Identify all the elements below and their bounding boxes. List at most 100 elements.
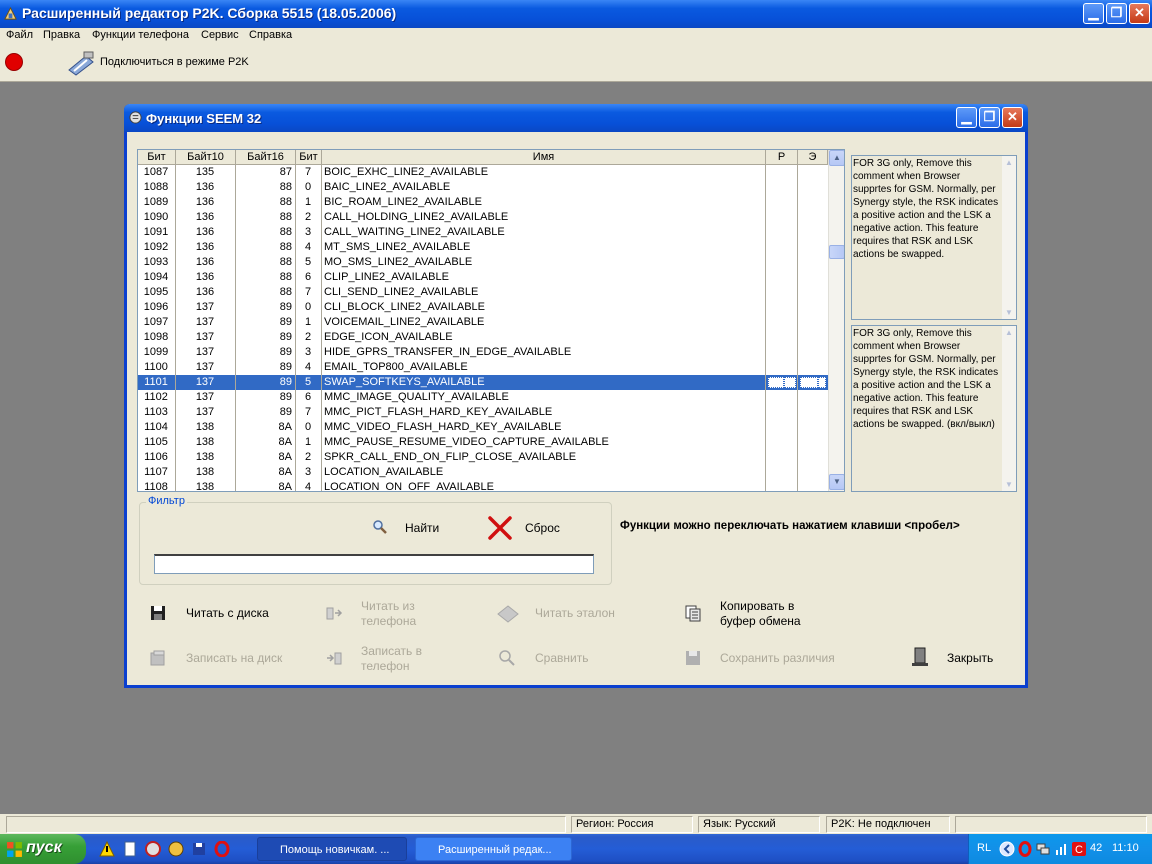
table-row[interactable]: 1103 137 89 7 MMC_PICT_FLASH_HARD_KEY_AVAILA… <box>138 405 828 420</box>
table-row[interactable]: 1089 136 88 1 BIC_ROAM_LINE2_AVAILABLE <box>138 195 828 210</box>
taskbar-item-help[interactable]: Помощь новичкам. ... <box>257 837 407 861</box>
table-row[interactable]: 1096 137 89 0 CLI_BLOCK_LINE2_AVAILABLE <box>138 300 828 315</box>
menu-help[interactable]: Справка <box>249 29 292 41</box>
flag-checkbox[interactable] <box>768 377 784 388</box>
write-disk-icon[interactable] <box>149 649 167 667</box>
table-row[interactable]: 1100 137 89 4 EMAIL_TOP800_AVAILABLE <box>138 360 828 375</box>
compare-magnifier-icon[interactable] <box>498 649 516 667</box>
chevron-up-icon[interactable]: ▲ <box>1002 326 1016 339</box>
table-row[interactable]: 1094 136 88 6 CLIP_LINE2_AVAILABLE <box>138 270 828 285</box>
scroll-up-button[interactable]: ▲ <box>829 150 844 166</box>
dialog-close-button[interactable]: ✕ <box>1002 107 1023 128</box>
table-row[interactable]: 1102 137 89 6 MMC_IMAGE_QUALITY_AVAILABLE <box>138 390 828 405</box>
dialog-maximize-button[interactable]: ❐ <box>979 107 1000 128</box>
record-indicator-icon[interactable] <box>5 53 23 71</box>
phone-connect-icon[interactable] <box>66 50 96 76</box>
keyboard-language[interactable]: RL <box>977 842 991 854</box>
close-window-button[interactable]: ✕ <box>1129 3 1150 24</box>
clipboard-copy-icon[interactable] <box>684 604 702 622</box>
chevron-down-icon[interactable]: ▼ <box>1002 306 1016 319</box>
menu-service[interactable]: Сервис <box>201 29 239 41</box>
red-x-icon[interactable] <box>487 515 513 541</box>
functions-table[interactable]: Бит Байт10 Байт16 Бит Имя Р Э 1087 135 87 7… <box>137 149 845 492</box>
table-row[interactable]: 1097 137 89 1 VOICEMAIL_LINE2_AVAILABLE <box>138 315 828 330</box>
table-scrollbar[interactable]: ▲ ▼ <box>828 150 844 491</box>
col-name[interactable]: Имя <box>322 150 766 165</box>
table-row[interactable]: 1098 137 89 2 EDGE_ICON_AVAILABLE <box>138 330 828 345</box>
connect-p2k-button[interactable]: Подключиться в режиме P2K <box>100 56 249 68</box>
door-exit-icon[interactable] <box>910 646 930 668</box>
table-row[interactable]: 1091 136 88 3 CALL_WAITING_LINE2_AVAILABLE <box>138 225 828 240</box>
table-row[interactable]: 1104 138 8A 0 MMC_VIDEO_FLASH_HARD_KEY_AVAIL… <box>138 420 828 435</box>
dialog-titlebar[interactable]: Функции SEEM 32 ▁ ❐ ✕ <box>124 104 1028 132</box>
table-row[interactable]: 1095 136 88 7 CLI_SEND_LINE2_AVAILABLE <box>138 285 828 300</box>
table-row[interactable]: 1106 138 8A 2 SPKR_CALL_END_ON_FLIP_CLOSE_AV… <box>138 450 828 465</box>
col-r[interactable]: Р <box>766 150 798 165</box>
signal-icon[interactable] <box>1053 841 1069 857</box>
col-e[interactable]: Э <box>798 150 828 165</box>
save-diff-icon[interactable] <box>684 649 702 667</box>
taskbar-item-editor[interactable]: Расширенный редак... <box>415 837 572 861</box>
dialog-minimize-button[interactable]: ▁ <box>956 107 977 128</box>
clock[interactable]: 11:10 <box>1112 842 1139 854</box>
browser-icon[interactable] <box>145 841 161 857</box>
scroll-thumb[interactable] <box>829 245 844 259</box>
table-row[interactable]: 1092 136 88 4 MT_SMS_LINE2_AVAILABLE <box>138 240 828 255</box>
write-to-phone-button[interactable]: Записать в телефон <box>361 644 422 674</box>
table-row[interactable]: 1099 137 89 3 HIDE_GPRS_TRANSFER_IN_EDGE_AVA… <box>138 345 828 360</box>
minimize-button[interactable]: ▁ <box>1083 3 1104 24</box>
menu-edit[interactable]: Правка <box>43 29 80 41</box>
scroll-down-button[interactable]: ▼ <box>829 474 844 490</box>
table-row[interactable]: 1087 135 87 7 BOIC_EXHC_LINE2_AVAILABLE <box>138 165 828 180</box>
document-icon[interactable] <box>122 841 138 857</box>
chevron-down-icon[interactable]: ▼ <box>1002 478 1016 491</box>
table-row[interactable]: 1105 138 8A 1 MMC_PAUSE_RESUME_VIDEO_CAPTURE… <box>138 435 828 450</box>
menu-phone-functions[interactable]: Функции телефона <box>92 29 189 41</box>
opera-icon[interactable] <box>214 841 230 857</box>
filter-input[interactable] <box>154 554 594 574</box>
warning-icon[interactable] <box>99 841 115 857</box>
description-panel-2[interactable]: FOR 3G only, Remove this comment when Br… <box>851 325 1017 492</box>
read-from-disk-button[interactable]: Читать с диска <box>186 606 269 621</box>
read-from-phone-button[interactable]: Читать из телефона <box>361 599 416 629</box>
start-button[interactable]: пуск <box>0 834 86 864</box>
network-icon[interactable] <box>1035 841 1051 857</box>
maximize-button[interactable]: ❐ <box>1106 3 1127 24</box>
floppy-disk-icon[interactable] <box>149 604 167 622</box>
table-row[interactable]: 1108 138 8A 4 LOCATION_ON_OFF_AVAILABLE <box>138 480 828 491</box>
phone-read-icon[interactable] <box>325 604 343 622</box>
flag-checkbox[interactable] <box>818 377 826 388</box>
description-panel-1[interactable]: FOR 3G only, Remove this comment when Br… <box>851 155 1017 320</box>
main-window-titlebar[interactable]: Расширенный редактор P2K. Сборка 5515 (1… <box>0 0 1152 28</box>
antivirus-icon[interactable]: C <box>1071 841 1087 857</box>
save-differences-button[interactable]: Сохранить различия <box>720 651 835 666</box>
find-button[interactable]: Найти <box>405 521 439 535</box>
table-row[interactable]: 1090 136 88 2 CALL_HOLDING_LINE2_AVAILABLE <box>138 210 828 225</box>
table-row[interactable]: 1101 137 89 5 SWAP_SOFTKEYS_AVAILABLE <box>138 375 828 390</box>
chevron-up-icon[interactable]: ▲ <box>1002 156 1016 169</box>
close-button[interactable]: Закрыть <box>947 651 993 666</box>
back-arrow-icon[interactable] <box>999 841 1015 857</box>
menu-file[interactable]: Файл <box>6 29 33 41</box>
read-reference-button[interactable]: Читать эталон <box>535 606 615 621</box>
reference-chip-icon[interactable] <box>496 604 520 624</box>
app-shortcut-icon[interactable] <box>168 841 184 857</box>
flag-checkbox[interactable] <box>784 377 796 388</box>
copy-to-clipboard-button[interactable]: Копировать в буфер обмена <box>720 599 801 629</box>
table-row[interactable]: 1107 138 8A 3 LOCATION_AVAILABLE <box>138 465 828 480</box>
compare-button[interactable]: Сравнить <box>535 651 588 666</box>
col-bit2[interactable]: Бит <box>296 150 322 165</box>
col-byte10[interactable]: Байт10 <box>176 150 236 165</box>
table-row[interactable]: 1093 136 88 5 MO_SMS_LINE2_AVAILABLE <box>138 255 828 270</box>
disk-shortcut-icon[interactable] <box>191 841 207 857</box>
phone-write-icon[interactable] <box>325 649 343 667</box>
table-row[interactable]: 1088 136 88 0 BAIC_LINE2_AVAILABLE <box>138 180 828 195</box>
magnifier-icon[interactable] <box>372 519 388 535</box>
col-byte16[interactable]: Байт16 <box>236 150 296 165</box>
col-bit[interactable]: Бит <box>138 150 176 165</box>
flag-checkbox[interactable] <box>800 377 818 388</box>
opera-tray-icon[interactable] <box>1017 841 1033 857</box>
desc1-scrollbar[interactable]: ▲ ▼ <box>1002 156 1016 319</box>
write-to-disk-button[interactable]: Записать на диск <box>186 651 282 666</box>
desc2-scrollbar[interactable]: ▲ ▼ <box>1002 326 1016 491</box>
